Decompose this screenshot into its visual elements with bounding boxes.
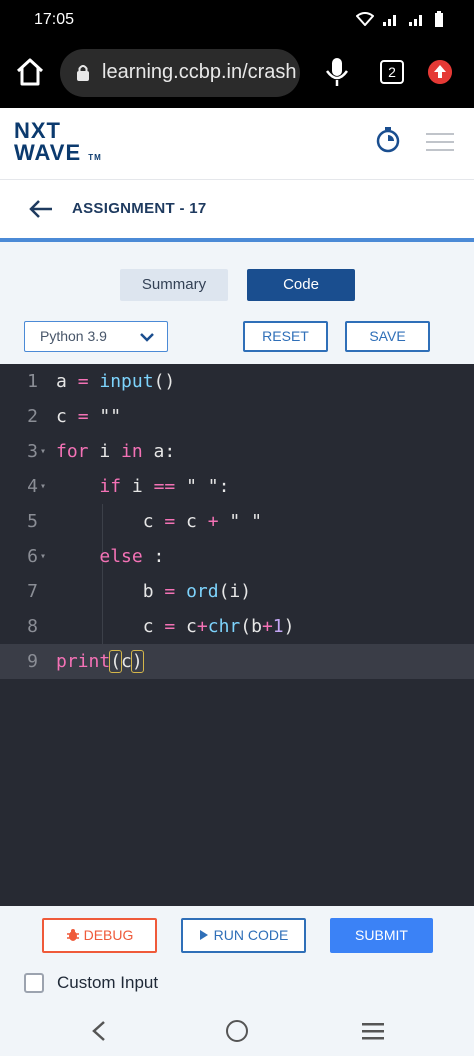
reset-button[interactable]: RESET bbox=[243, 321, 328, 352]
code-text: print(c) bbox=[56, 650, 144, 673]
nav-recent-apps-icon[interactable] bbox=[362, 1022, 384, 1040]
wifi-icon bbox=[356, 12, 374, 26]
code-text: c = "" bbox=[56, 406, 122, 427]
code-line[interactable]: 4 ▾ if i == " ": bbox=[0, 469, 474, 504]
nxtwave-logo[interactable]: NXT WAVE TM bbox=[14, 120, 104, 170]
line-number: 2 bbox=[27, 406, 38, 427]
bug-icon bbox=[66, 929, 79, 941]
line-number: 7 bbox=[27, 581, 38, 602]
logo-line1: NXT bbox=[14, 118, 61, 143]
signal-icon bbox=[409, 15, 422, 26]
system-navigation-bar bbox=[0, 1006, 474, 1056]
nav-back-icon[interactable] bbox=[90, 1020, 108, 1042]
run-code-button[interactable]: RUN CODE bbox=[181, 918, 306, 953]
hamburger-menu-icon[interactable] bbox=[426, 132, 454, 152]
logo-trademark: TM bbox=[88, 153, 102, 162]
language-value: Python 3.9 bbox=[40, 328, 107, 344]
language-select[interactable]: Python 3.9 bbox=[24, 321, 168, 352]
line-number: 5 bbox=[27, 511, 38, 532]
line-number: 3 bbox=[27, 441, 38, 462]
back-arrow-icon[interactable] bbox=[28, 196, 54, 222]
code-line[interactable]: 2 c = "" bbox=[0, 399, 474, 434]
line-number: 1 bbox=[27, 371, 38, 392]
submit-button[interactable]: SUBMIT bbox=[330, 918, 433, 953]
code-text: a = input() bbox=[56, 371, 176, 392]
app-header: NXT WAVE TM bbox=[0, 108, 474, 180]
code-line[interactable]: 8 c = c+chr(b+1) bbox=[0, 609, 474, 644]
status-bar: 17:05 bbox=[0, 0, 474, 40]
code-line-active[interactable]: 9 print(c) bbox=[0, 644, 474, 679]
url-text: learning.ccbp.in/crash bbox=[102, 61, 297, 83]
line-number: 9 bbox=[27, 651, 38, 672]
fold-toggle-icon[interactable]: ▾ bbox=[40, 434, 46, 469]
line-number: 4 bbox=[27, 476, 38, 497]
code-text: b = ord(i) bbox=[56, 581, 252, 602]
code-text: c = c+chr(b+1) bbox=[56, 616, 295, 637]
lock-icon bbox=[77, 65, 89, 81]
line-number: 8 bbox=[27, 616, 38, 637]
custom-input-checkbox[interactable] bbox=[24, 973, 44, 993]
assignment-title: ASSIGNMENT - 17 bbox=[72, 200, 207, 217]
tab-code[interactable]: Code bbox=[247, 269, 355, 301]
action-bar: DEBUG RUN CODE SUBMIT Custom Input bbox=[0, 906, 474, 1006]
fold-toggle-icon[interactable]: ▾ bbox=[40, 539, 46, 574]
custom-input-label: Custom Input bbox=[57, 973, 159, 992]
status-icons bbox=[356, 10, 444, 28]
code-text: else : bbox=[99, 546, 165, 567]
code-line[interactable]: 7 b = ord(i) bbox=[0, 574, 474, 609]
debug-button[interactable]: DEBUG bbox=[42, 918, 157, 953]
line-number: 6 bbox=[27, 546, 38, 567]
code-editor[interactable]: 1 a = input() 2 c = "" 3 ▾ for i in a: 4… bbox=[0, 364, 474, 906]
code-text: c = c + " " bbox=[56, 511, 262, 532]
status-time: 17:05 bbox=[34, 11, 75, 28]
browser-toolbar: learning.ccbp.in/crash 2 bbox=[0, 40, 474, 108]
address-bar[interactable]: learning.ccbp.in/crash bbox=[60, 49, 300, 97]
assignment-bar: ASSIGNMENT - 17 bbox=[0, 180, 474, 238]
code-line[interactable]: 1 a = input() bbox=[0, 364, 474, 399]
nav-home-icon[interactable] bbox=[226, 1020, 248, 1042]
debug-label: DEBUG bbox=[83, 927, 134, 943]
code-text: for i in a: bbox=[56, 441, 176, 462]
editor-controls: Summary Code Python 3.9 RESET SAVE bbox=[0, 242, 474, 364]
signal-icon bbox=[383, 15, 396, 26]
code-line[interactable]: 6 ▾ else : bbox=[0, 539, 474, 574]
timer-icon[interactable] bbox=[374, 126, 402, 154]
code-text: if i == " ": bbox=[99, 476, 230, 497]
play-icon bbox=[199, 930, 208, 940]
logo-line2: WAVE TM bbox=[14, 142, 104, 169]
save-button[interactable]: SAVE bbox=[345, 321, 430, 352]
chevron-down-icon bbox=[140, 333, 154, 342]
fold-toggle-icon[interactable]: ▾ bbox=[40, 469, 46, 504]
update-icon[interactable] bbox=[428, 60, 452, 84]
microphone-icon[interactable] bbox=[324, 57, 350, 87]
tab-summary[interactable]: Summary bbox=[120, 269, 228, 301]
home-icon[interactable] bbox=[14, 56, 46, 88]
code-line[interactable]: 3 ▾ for i in a: bbox=[0, 434, 474, 469]
code-line[interactable]: 5 c = c + " " bbox=[0, 504, 474, 539]
logo-wave-text: WAVE bbox=[14, 140, 82, 165]
run-code-label: RUN CODE bbox=[213, 927, 289, 943]
tab-switcher-button[interactable]: 2 bbox=[380, 60, 404, 84]
battery-icon bbox=[435, 11, 443, 27]
